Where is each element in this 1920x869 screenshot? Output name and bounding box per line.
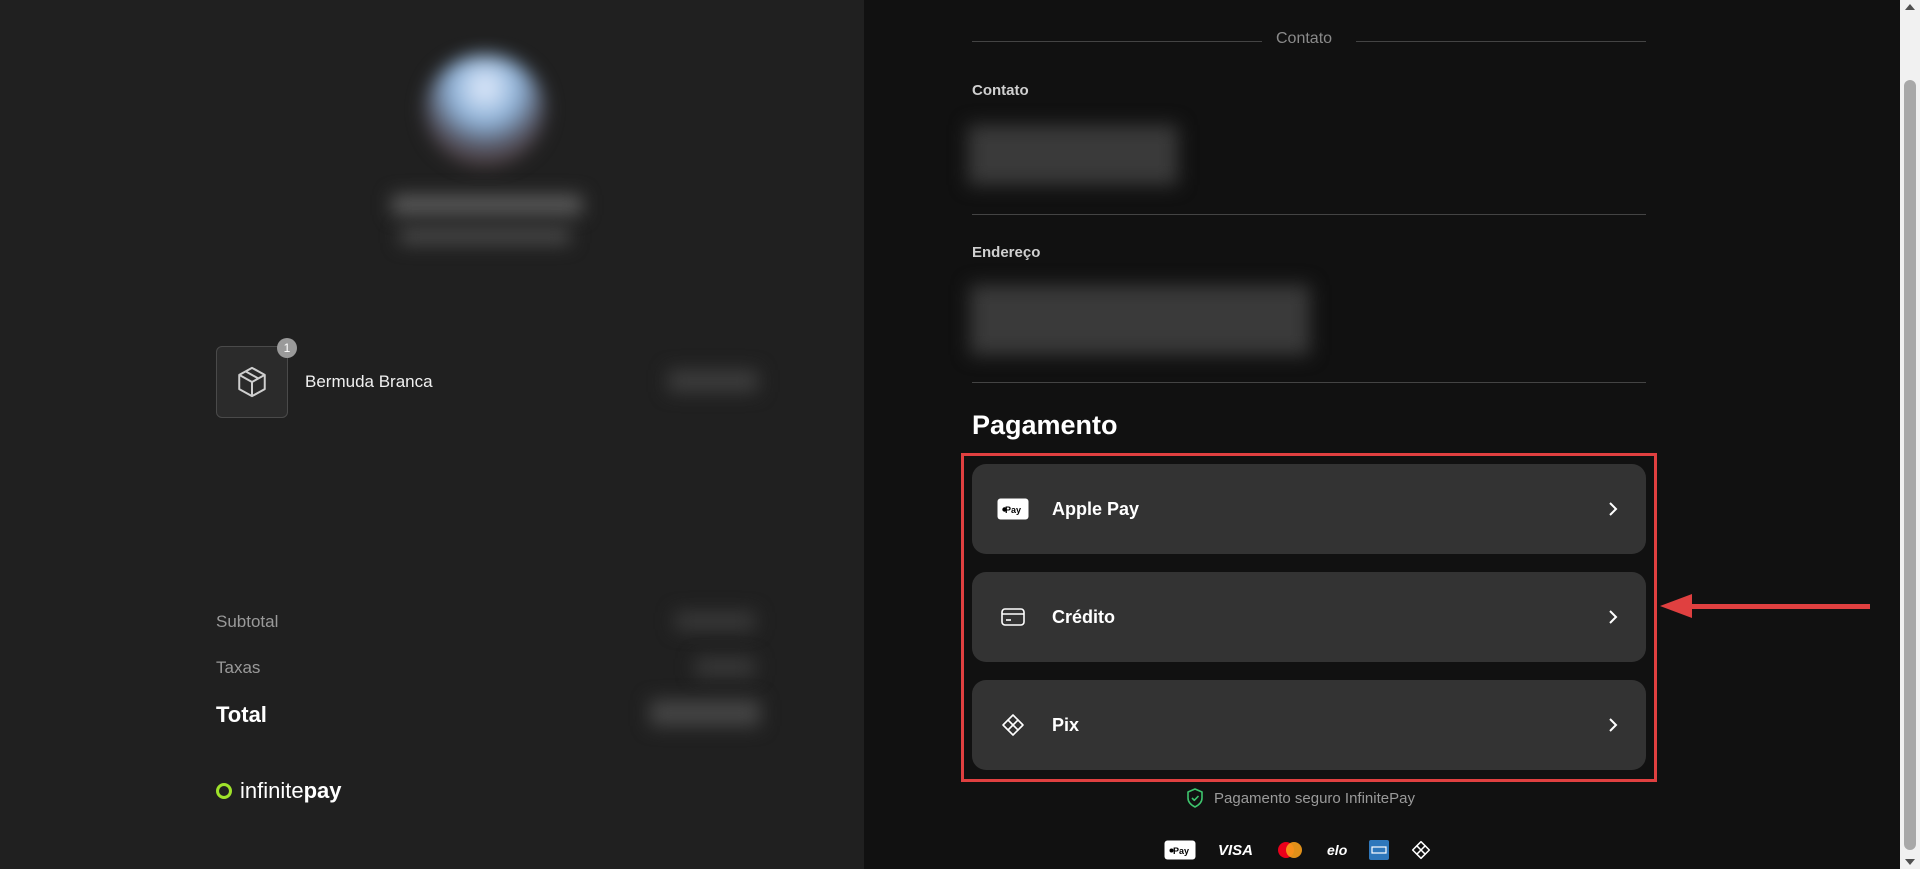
section-header: Contato [1276, 30, 1333, 47]
quantity-badge: 1 [277, 338, 297, 358]
subtotal-value-redacted [675, 612, 755, 630]
shield-check-icon [1187, 788, 1203, 808]
divider [972, 41, 1262, 42]
order-summary-panel: 1 Bermuda Branca Subtotal Taxas Total in… [0, 0, 864, 869]
secure-text: Pagamento seguro InfinitePay [1214, 789, 1415, 807]
product-name: Bermuda Branca [305, 372, 433, 391]
payment-brand-logos: Pay VISA elo [1164, 840, 1431, 860]
annotation-arrow-head [1660, 594, 1692, 618]
package-icon [238, 366, 266, 398]
scroll-up-arrow-icon[interactable] [1905, 4, 1915, 10]
taxes-label: Taxas [216, 658, 261, 677]
svg-text:Pay: Pay [1173, 846, 1189, 856]
scroll-down-arrow-icon[interactable] [1905, 859, 1915, 865]
amex-logo-icon [1369, 840, 1390, 860]
store-subtitle-redacted [400, 228, 570, 244]
store-name-redacted [392, 195, 582, 215]
divider [972, 382, 1646, 383]
payment-title: Pagamento [972, 410, 1118, 440]
product-price-redacted [668, 370, 758, 392]
visa-logo-icon: VISA [1218, 841, 1254, 859]
total-label: Total [216, 702, 267, 727]
scrollbar-thumb[interactable] [1904, 80, 1916, 850]
mastercard-logo-icon [1275, 840, 1305, 860]
product-thumbnail [216, 346, 288, 418]
annotation-arrow-shaft [1690, 604, 1870, 609]
contact-label: Contato [972, 82, 1029, 99]
address-label: Endereço [972, 244, 1041, 261]
total-value-redacted [650, 700, 760, 726]
brand-suffix: pay [303, 778, 342, 803]
divider [1356, 41, 1646, 42]
secure-payment-note: Pagamento seguro InfinitePay [1186, 788, 1415, 808]
taxes-value-redacted [695, 658, 755, 676]
elo-logo-icon: elo [1327, 842, 1348, 858]
contact-info-redacted [968, 125, 1178, 185]
annotation-highlight-box [961, 453, 1657, 782]
infinitepay-logo: infinitepay [216, 778, 342, 804]
divider [972, 214, 1646, 215]
address-info-redacted [970, 285, 1310, 355]
apple-pay-logo-icon: Pay [1164, 840, 1196, 860]
pix-logo-icon [1411, 840, 1431, 860]
subtotal-label: Subtotal [216, 612, 279, 631]
vertical-scrollbar[interactable] [1900, 0, 1920, 869]
brand-ring-icon [216, 783, 232, 799]
store-avatar [425, 55, 545, 165]
brand-prefix: infinite [240, 778, 304, 803]
